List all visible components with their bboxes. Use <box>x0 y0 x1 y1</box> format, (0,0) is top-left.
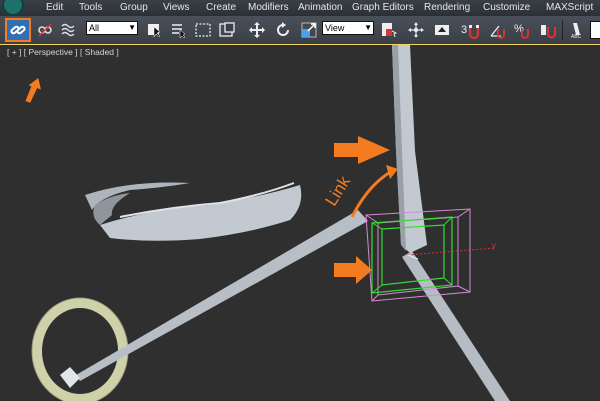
menu-group[interactable]: Group <box>120 3 148 13</box>
menu-modifiers[interactable]: Modifiers <box>248 3 289 13</box>
torus-object[interactable] <box>31 297 129 401</box>
app-logo-icon[interactable] <box>2 0 24 16</box>
selection-filter-dropdown[interactable]: All ▼ <box>86 21 138 35</box>
spike-tip <box>60 367 80 388</box>
arrow-to-gizmo-icon <box>334 256 372 284</box>
selection-gizmo[interactable]: y <box>365 208 496 302</box>
select-and-scale-icon[interactable] <box>298 19 320 41</box>
menu-maxscript[interactable]: MAXScript <box>546 3 593 13</box>
perspective-viewport[interactable]: [ + ] [ Perspective ] [ Shaded ] y Link <box>0 44 600 401</box>
snap-dimension-label: 3 <box>461 24 467 36</box>
select-by-name-icon[interactable] <box>167 19 189 41</box>
menu-rendering[interactable]: Rendering <box>424 3 470 13</box>
menu-bar: Edit Tools Group Views Create Modifiers … <box>0 0 600 16</box>
select-and-move-icon[interactable] <box>246 19 268 41</box>
gizmo-axis-label: y <box>492 241 496 250</box>
menu-animation[interactable]: Animation <box>298 3 342 13</box>
edit-named-selection-icon[interactable]: ABC <box>567 19 589 41</box>
angle-snap-icon[interactable] <box>487 19 509 41</box>
window-crossing-icon[interactable] <box>216 19 238 41</box>
select-and-manipulate-icon[interactable] <box>405 19 427 41</box>
toolbar-divider <box>562 20 563 40</box>
named-selection-box[interactable] <box>590 19 600 41</box>
chevron-down-icon: ▼ <box>128 23 136 32</box>
percent-snap-icon[interactable]: % <box>511 19 533 41</box>
keyboard-shortcut-override-icon[interactable] <box>431 19 453 41</box>
rectangular-selection-region-icon[interactable] <box>192 19 214 41</box>
menu-graph-editors[interactable]: Graph Editors <box>352 3 414 13</box>
main-toolbar: All ▼ View ▼ 3 % ABC <box>0 16 600 45</box>
menu-customize[interactable]: Customize <box>483 3 530 13</box>
chevron-down-icon: ▼ <box>364 23 372 32</box>
menu-views[interactable]: Views <box>163 3 190 13</box>
spinner-snap-icon[interactable] <box>537 19 559 41</box>
selection-filter-value: All <box>89 23 100 33</box>
arrow-to-vertical-spike-icon <box>334 136 390 164</box>
link-annotation-label: Link <box>322 172 355 209</box>
ribbon-object[interactable] <box>85 182 302 241</box>
svg-text:ABC: ABC <box>571 34 582 39</box>
bind-to-space-warp-icon[interactable] <box>58 19 80 41</box>
snaps-toggle-icon[interactable]: 3 <box>459 19 487 41</box>
menu-edit[interactable]: Edit <box>46 3 63 13</box>
select-object-icon[interactable] <box>143 19 165 41</box>
menu-create[interactable]: Create <box>206 3 236 13</box>
scene-canvas: y Link <box>25 45 510 401</box>
unlink-selection-icon[interactable] <box>34 19 56 41</box>
use-pivot-point-center-icon[interactable] <box>377 19 399 41</box>
menu-tools[interactable]: Tools <box>79 3 102 13</box>
lower-spike-object[interactable] <box>402 251 510 401</box>
select-and-link-icon[interactable] <box>5 18 31 42</box>
reference-coordinate-dropdown[interactable]: View ▼ <box>322 21 374 35</box>
arrow-to-link-tool-icon <box>25 77 41 103</box>
select-and-rotate-icon[interactable] <box>272 19 294 41</box>
reference-coordinate-value: View <box>325 23 345 33</box>
